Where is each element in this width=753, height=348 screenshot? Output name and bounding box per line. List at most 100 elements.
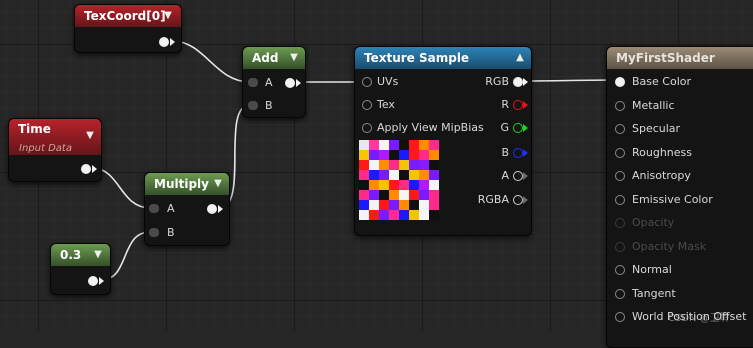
- time-output-pin[interactable]: [81, 164, 91, 174]
- material-input-pin[interactable]: [615, 242, 625, 252]
- preview-cell: [359, 190, 369, 200]
- preview-cell: [379, 200, 389, 210]
- texture-sample-header[interactable]: Texture Sample ▲: [355, 47, 531, 69]
- preview-cell: [419, 190, 429, 200]
- preview-cell: [429, 200, 439, 210]
- tex-input-label: Tex: [377, 98, 395, 111]
- material-header[interactable]: MyFirstShader: [607, 47, 753, 69]
- constant-node[interactable]: 0.3 ▼: [50, 243, 111, 295]
- multiply-output-arrow-icon: [218, 205, 223, 213]
- rgb-output-label: RGB: [485, 75, 509, 88]
- material-input-pin[interactable]: [615, 148, 625, 158]
- chevron-down-icon[interactable]: ▼: [91, 249, 105, 261]
- add-header[interactable]: Add ▼: [243, 47, 305, 69]
- material-input-pin[interactable]: [615, 265, 625, 275]
- multiply-node[interactable]: Multiply ▼ A B: [144, 172, 230, 246]
- texture-sample-node[interactable]: Texture Sample ▲ UVs Tex Apply View MipB…: [354, 46, 532, 236]
- chevron-down-icon[interactable]: ▼: [83, 130, 97, 142]
- preview-cell: [399, 190, 409, 200]
- texcoord-node[interactable]: TexCoord[0] ▼: [74, 4, 182, 53]
- apply-view-mipbias-input-pin[interactable]: [362, 123, 372, 133]
- add-output-pin[interactable]: [285, 78, 295, 88]
- preview-cell: [379, 210, 389, 220]
- preview-cell: [419, 180, 429, 190]
- chevron-down-icon[interactable]: ▼: [211, 178, 225, 190]
- preview-cell: [389, 160, 399, 170]
- preview-cell: [389, 180, 399, 190]
- b-output-arrow-icon: [523, 149, 528, 157]
- add-input-b-pin[interactable]: [248, 101, 258, 110]
- chevron-down-icon[interactable]: ▼: [161, 10, 175, 22]
- multiply-title: Multiply: [154, 177, 209, 191]
- rgba-output-pin[interactable]: [513, 195, 523, 205]
- material-input-pin[interactable]: [615, 124, 625, 134]
- r-output-pin[interactable]: [513, 100, 523, 110]
- material-input-label: Opacity Mask: [632, 240, 707, 253]
- multiply-input-a-pin[interactable]: [149, 204, 159, 213]
- material-input-pin[interactable]: [615, 101, 625, 111]
- material-input-pin[interactable]: [615, 218, 625, 228]
- preview-cell: [409, 200, 419, 210]
- preview-cell: [389, 150, 399, 160]
- multiply-output-pin[interactable]: [207, 204, 217, 214]
- preview-cell: [419, 170, 429, 180]
- material-input-pin[interactable]: [615, 289, 625, 299]
- preview-cell: [429, 140, 439, 150]
- material-input-pin[interactable]: [615, 195, 625, 205]
- wire-texcoord-to-add-a: [171, 40, 251, 83]
- texcoord-output-pin[interactable]: [159, 37, 169, 47]
- g-output-pin[interactable]: [513, 123, 523, 133]
- b-output-pin[interactable]: [513, 148, 523, 158]
- preview-cell: [409, 170, 419, 180]
- preview-cell: [429, 170, 439, 180]
- time-header[interactable]: Time Input Data ▼: [9, 119, 101, 155]
- preview-cell: [389, 140, 399, 150]
- add-node[interactable]: Add ▼ A B: [242, 46, 306, 118]
- rgb-output-pin[interactable]: [513, 77, 523, 87]
- material-input-label: Emissive Color: [632, 193, 713, 206]
- multiply-input-b-pin[interactable]: [149, 228, 159, 237]
- preview-cell: [399, 150, 409, 160]
- preview-cell: [399, 210, 409, 220]
- preview-cell: [419, 160, 429, 170]
- a-output-pin[interactable]: [513, 171, 523, 181]
- preview-cell: [359, 180, 369, 190]
- preview-cell: [429, 210, 439, 220]
- texcoord-output-arrow-icon: [170, 38, 175, 46]
- material-title: MyFirstShader: [616, 51, 715, 65]
- material-input-label: Roughness: [632, 146, 693, 159]
- texcoord-header[interactable]: TexCoord[0] ▼: [75, 5, 181, 27]
- preview-cell: [369, 180, 379, 190]
- material-input-pin[interactable]: [615, 171, 625, 181]
- preview-cell: [409, 180, 419, 190]
- chevron-down-icon[interactable]: ▼: [287, 52, 301, 64]
- r-output-arrow-icon: [523, 101, 528, 109]
- add-input-a-pin[interactable]: [248, 78, 258, 87]
- preview-cell: [399, 170, 409, 180]
- material-output-node[interactable]: MyFirstShader Base Color Metallic Specular…: [606, 46, 753, 348]
- uvs-input-pin[interactable]: [362, 77, 372, 87]
- preview-cell: [369, 190, 379, 200]
- material-input-pin[interactable]: [615, 77, 625, 87]
- uvs-input-label: UVs: [377, 75, 399, 88]
- preview-cell: [369, 140, 379, 150]
- preview-cell: [429, 190, 439, 200]
- constant-header[interactable]: 0.3 ▼: [51, 244, 110, 266]
- preview-cell: [389, 210, 399, 220]
- material-input-pin[interactable]: [615, 312, 625, 322]
- preview-cell: [409, 190, 419, 200]
- preview-cell: [359, 200, 369, 210]
- constant-output-pin[interactable]: [88, 276, 98, 286]
- preview-cell: [379, 170, 389, 180]
- preview-cell: [359, 150, 369, 160]
- tex-input-pin[interactable]: [362, 100, 372, 110]
- chevron-up-icon[interactable]: ▲: [513, 52, 527, 64]
- preview-cell: [419, 210, 429, 220]
- preview-cell: [379, 180, 389, 190]
- multiply-header[interactable]: Multiply ▼: [145, 173, 229, 195]
- add-output-arrow-icon: [296, 79, 301, 87]
- apply-view-mipbias-input-label: Apply View MipBias: [377, 121, 484, 134]
- time-node[interactable]: Time Input Data ▼: [8, 118, 102, 182]
- add-input-b-label: B: [265, 99, 273, 112]
- preview-cell: [379, 150, 389, 160]
